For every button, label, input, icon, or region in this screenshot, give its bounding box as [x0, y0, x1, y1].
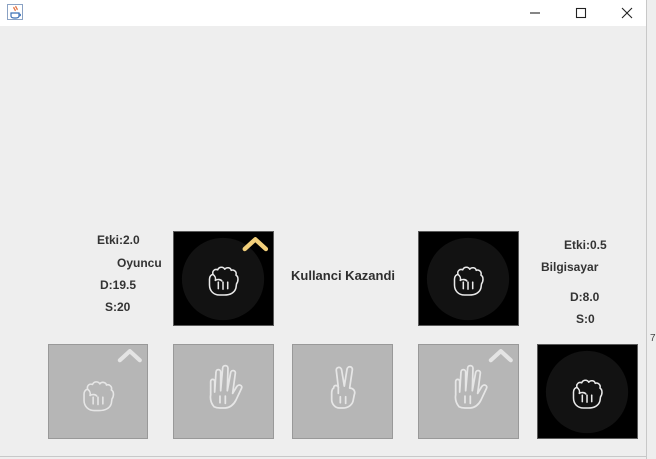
maximize-icon	[575, 7, 587, 19]
edge-glyph: 7	[650, 333, 656, 344]
computer-name-label: Bilgisayar	[541, 260, 599, 274]
paper-hand-icon	[454, 345, 518, 409]
player-name-label: Oyuncu	[117, 256, 162, 270]
hand-card-paper[interactable]	[173, 344, 274, 439]
rock-hand-icon	[83, 345, 147, 412]
window-border-right	[646, 0, 647, 459]
java-cup-icon	[7, 4, 23, 20]
hand-card-scissors[interactable]	[292, 344, 393, 439]
player-durability-label: D:19.5	[100, 278, 137, 292]
computer-effect-label: Etki:0.5	[564, 238, 607, 252]
rock-hand-icon	[545, 350, 629, 434]
hand-card-paper-upgraded[interactable]	[418, 344, 519, 439]
paper-hand-icon	[209, 364, 243, 409]
close-icon	[621, 7, 633, 19]
window-border-bottom	[0, 456, 647, 457]
computer-played-card	[418, 231, 519, 326]
title-bar	[0, 0, 646, 26]
computer-strength-label: S:0	[576, 312, 595, 326]
minimize-button[interactable]	[512, 0, 558, 26]
player-strength-label: S:20	[105, 300, 131, 314]
hand-card-rock[interactable]	[537, 344, 638, 439]
player-effect-label: Etki:2.0	[97, 233, 140, 247]
player-played-card	[173, 231, 274, 326]
maximize-button[interactable]	[558, 0, 604, 26]
rock-hand-icon	[181, 232, 273, 321]
scissors-hand-icon	[330, 365, 356, 409]
minimize-icon	[530, 12, 540, 14]
rock-hand-icon	[426, 237, 510, 321]
round-result-label: Kullanci Kazandi	[291, 268, 396, 283]
hand-card-rock-upgraded[interactable]	[48, 344, 148, 439]
computer-durability-label: D:8.0	[570, 290, 600, 304]
close-button[interactable]	[604, 0, 650, 26]
